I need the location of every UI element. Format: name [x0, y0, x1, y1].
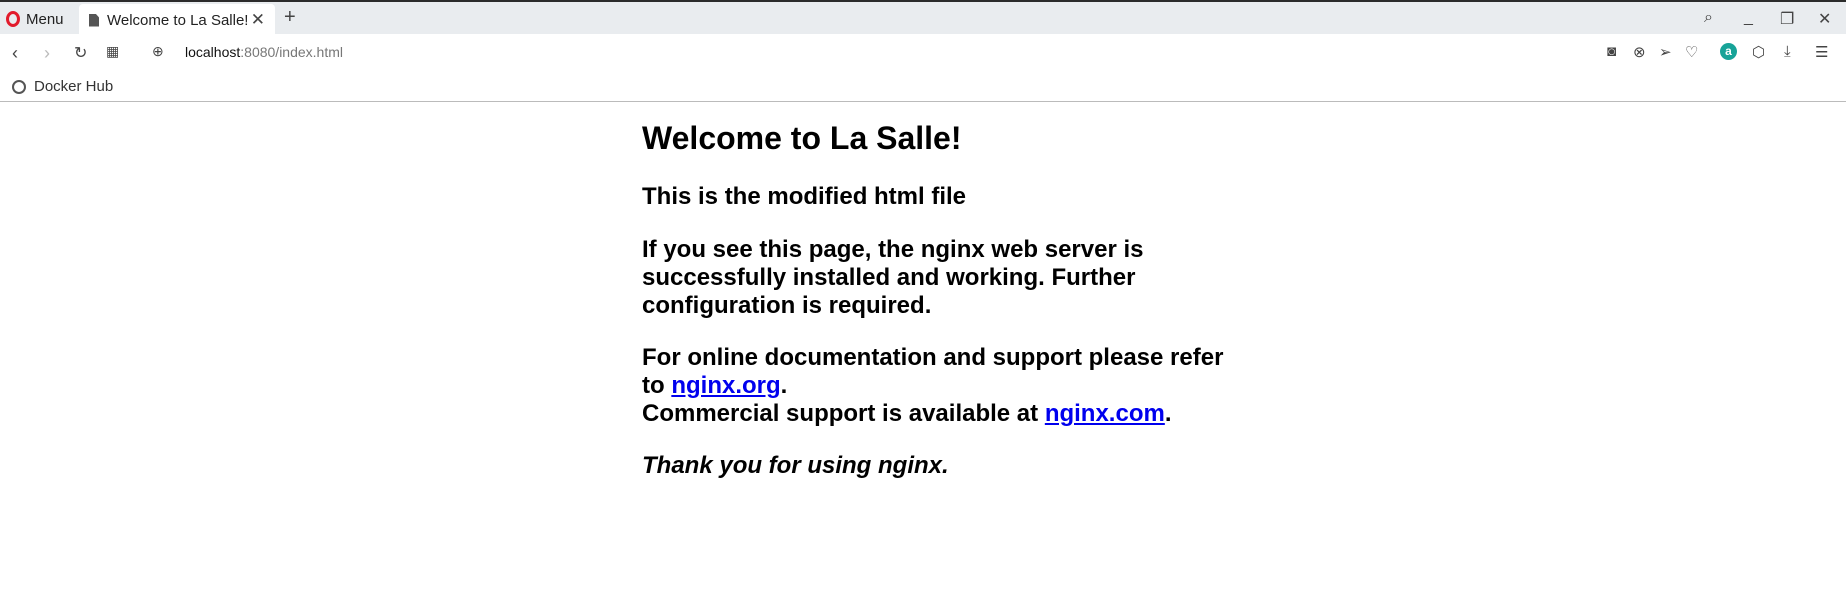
docker-icon — [12, 79, 26, 94]
tab-active[interactable]: Welcome to La Salle! ✕ — [79, 4, 275, 36]
bookmark-docker-hub[interactable]: Docker Hub — [12, 78, 113, 95]
adblock-icon[interactable]: ⊗ — [1633, 43, 1646, 61]
reload-icon[interactable]: ↻ — [74, 43, 87, 63]
back-icon[interactable]: ‹ — [12, 43, 18, 64]
address-bar: ‹ › ↻ ▦ ⊕ localhost:8080/index.html ◙ ⊗ … — [0, 34, 1846, 72]
extension-icon[interactable]: a — [1720, 43, 1737, 60]
snapshot-icon[interactable]: ◙ — [1607, 43, 1616, 60]
nginx-com-link[interactable]: nginx.com — [1045, 400, 1165, 427]
url-path: :8080/index.html — [240, 44, 343, 60]
tab-bar: Menu Welcome to La Salle! ✕ + ⌕ _ ❐ ✕ — [0, 0, 1846, 36]
thanks-text: Thank you for using nginx. — [642, 452, 949, 479]
site-info-icon[interactable]: ⊕ — [152, 43, 164, 60]
bookmarks-bar: Docker Hub — [0, 72, 1846, 102]
close-window-icon[interactable]: ✕ — [1818, 9, 1831, 29]
tab-title: Welcome to La Salle! — [107, 11, 249, 29]
easy-setup-icon[interactable]: ☰ — [1815, 43, 1828, 61]
intro-paragraph: If you see this page, the nginx web serv… — [642, 236, 1144, 319]
page-icon — [89, 13, 99, 27]
send-icon[interactable]: ➢ — [1659, 43, 1672, 61]
forward-icon[interactable]: › — [44, 43, 50, 64]
page-subheading: This is the modified html file — [642, 183, 967, 210]
url-field[interactable]: localhost:8080/index.html — [185, 44, 343, 60]
commercial-text: Commercial support is available at — [642, 400, 1045, 427]
menu-label: Menu — [26, 10, 64, 28]
heart-icon[interactable]: ♡ — [1685, 43, 1698, 61]
opera-logo-icon — [6, 11, 20, 27]
new-tab-icon[interactable]: + — [284, 6, 296, 29]
restore-icon[interactable]: ❐ — [1780, 9, 1794, 29]
support-dot: . — [780, 372, 788, 399]
bookmark-label: Docker Hub — [34, 78, 114, 95]
minimize-icon[interactable]: _ — [1744, 9, 1753, 27]
commercial-dot: . — [1164, 400, 1172, 427]
close-icon[interactable]: ✕ — [251, 10, 265, 30]
url-host: localhost — [185, 44, 241, 60]
speed-dial-icon[interactable]: ▦ — [106, 43, 119, 60]
thanks-paragraph: Thank you for using nginx. — [642, 452, 1242, 480]
opera-menu-button[interactable]: Menu — [6, 8, 64, 30]
download-icon[interactable]: ⤓ — [1784, 43, 1791, 60]
nginx-org-link[interactable]: nginx.org — [671, 372, 780, 399]
support-paragraph: For online documentation and support ple… — [642, 344, 1242, 428]
page-title: Welcome to La Salle! — [642, 120, 962, 156]
page-content: Welcome to La Salle! This is the modifie… — [642, 120, 1242, 504]
search-icon[interactable]: ⌕ — [1704, 9, 1713, 27]
cube-icon[interactable]: ⬡ — [1752, 43, 1765, 61]
